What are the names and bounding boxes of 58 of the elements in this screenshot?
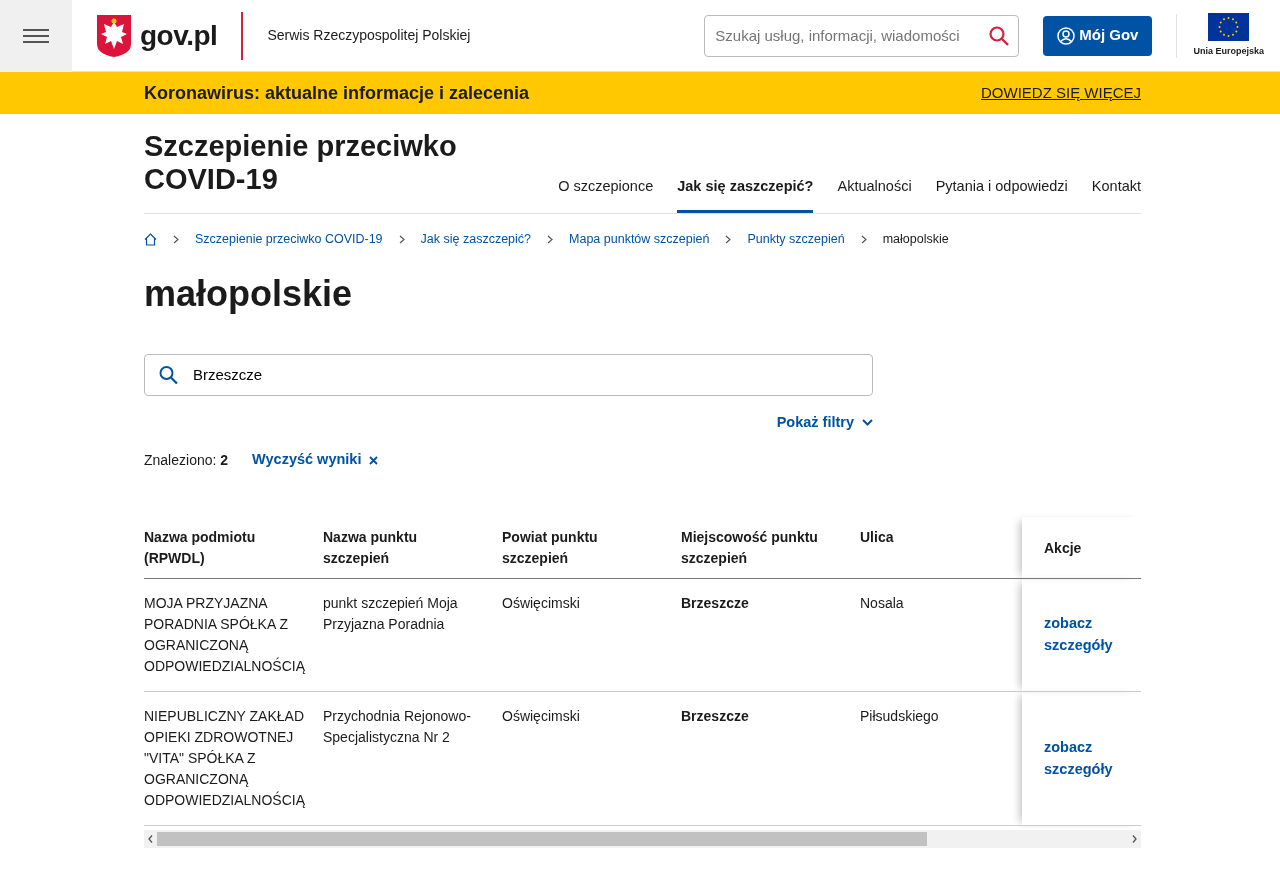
search-field[interactable]: Brzeszcze bbox=[144, 353, 873, 396]
service-name: Serwis Rzeczypospolitej Polskiej bbox=[267, 26, 471, 45]
column-header: Ulica bbox=[860, 517, 1022, 579]
table-cell: Piłsudskiego bbox=[860, 691, 1022, 826]
chevron-icon bbox=[860, 234, 867, 244]
column-header: Nazwa punktu szczepień bbox=[323, 517, 502, 579]
eu-flag-icon bbox=[1208, 12, 1250, 41]
chevron-down-icon bbox=[862, 419, 873, 426]
nav-tab[interactable]: Aktualności bbox=[837, 161, 912, 213]
page-title: małopolskie bbox=[144, 272, 354, 316]
column-header: Powiat punktu szczepień bbox=[502, 517, 681, 579]
menu-icon bbox=[23, 27, 49, 44]
table-cell: Brzeszcze bbox=[681, 578, 860, 692]
user-icon bbox=[1057, 26, 1076, 45]
table-cell: Nosala bbox=[860, 578, 1022, 692]
table-cell: Brzeszcze bbox=[681, 691, 860, 826]
search-icon bbox=[159, 365, 178, 385]
nav-tab[interactable]: Pytania i odpowiedzi bbox=[935, 161, 1068, 213]
column-header: Nazwa podmiotu (RPWDL) bbox=[144, 517, 323, 579]
horizontal-scrollbar[interactable] bbox=[144, 830, 1141, 849]
menu-button[interactable] bbox=[0, 0, 72, 72]
table-cell: MOJA PRZYJAZNA PORADNIA SPÓŁKA Z OGRANICZONĄ ODPOWIEDZIALNOŚCIĄ bbox=[144, 578, 323, 692]
clear-results-link[interactable]: Wyczyść wyniki bbox=[252, 449, 379, 472]
scroll-right-icon[interactable] bbox=[1132, 835, 1137, 844]
breadcrumb-link[interactable]: Szczepienie przeciwko COVID-19 bbox=[195, 229, 383, 249]
column-header: Miejscowość punktu szczepień bbox=[681, 517, 860, 579]
breadcrumb-link[interactable]: Jak się zaszczepić? bbox=[420, 229, 532, 249]
chevron-icon bbox=[725, 234, 732, 244]
chevron-icon bbox=[398, 234, 405, 244]
breadcrumb-link[interactable]: Punkty szczepień bbox=[747, 229, 845, 249]
home-icon[interactable] bbox=[144, 232, 157, 246]
search-field[interactable]: Szukaj usług, informacji, wiadomości bbox=[704, 14, 1020, 57]
table-cell: Przychodnia Rejonowo-Specjalistyczna Nr 2 bbox=[323, 691, 502, 826]
eu-label: Unia Europejska bbox=[1193, 44, 1264, 58]
show-filters-link[interactable]: Pokaż filtry bbox=[776, 411, 873, 434]
chevron-icon bbox=[547, 234, 554, 244]
table-cell: Oświęcimski bbox=[502, 578, 681, 692]
nav-tab[interactable]: O szczepionce bbox=[558, 161, 654, 213]
close-icon bbox=[369, 455, 379, 465]
results-count: Znaleziono: 2 bbox=[144, 450, 229, 470]
chevron-icon bbox=[173, 234, 179, 244]
column-header: Akcje bbox=[1022, 517, 1141, 579]
table-cell: NIEPUBLICZNY ZAKŁAD OPIEKI ZDROWOTNEJ "VITA" SPÓŁKA Z OGRANICZONĄ ODPOWIEDZIALNOŚCIĄ bbox=[144, 691, 323, 826]
site-title: Szczepienie przeciwko COVID-19 bbox=[144, 130, 458, 198]
alert-text: Koronawirus: aktualne informacje i zalecenia bbox=[144, 81, 530, 105]
details-link[interactable]: zobacz szczegóły bbox=[1044, 736, 1129, 781]
scroll-left-icon[interactable] bbox=[148, 835, 153, 844]
nav-tab[interactable]: Kontakt bbox=[1091, 161, 1141, 213]
nav-tab[interactable]: Jak się zaszczepić? bbox=[677, 161, 814, 213]
coat-of-arms-icon bbox=[96, 13, 132, 58]
table-cell: Oświęcimski bbox=[502, 691, 681, 826]
search-icon[interactable] bbox=[989, 25, 1010, 46]
table-cell: punkt szczepień Moja Przyjazna Poradnia bbox=[323, 578, 502, 692]
account-button[interactable]: Mój Gov bbox=[1043, 15, 1153, 56]
details-link[interactable]: zobacz szczegóły bbox=[1044, 613, 1129, 657]
logo-text[interactable]: gov.pl bbox=[140, 14, 218, 57]
breadcrumb-link[interactable]: Mapa punktów szczepień bbox=[569, 229, 710, 249]
learn-more-link[interactable]: DOWIEDZ SIĘ WIĘCEJ bbox=[981, 81, 1141, 105]
